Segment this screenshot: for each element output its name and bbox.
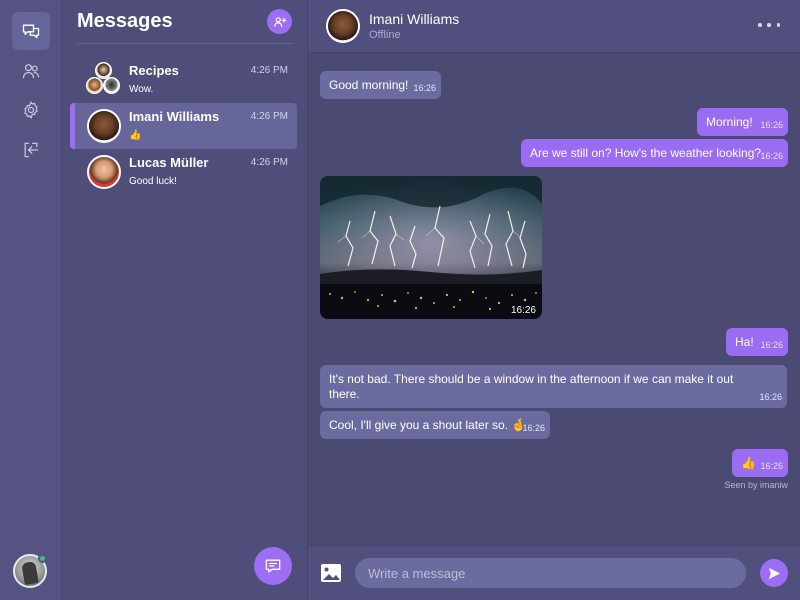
- message-text: It's not bad. There should be a window i…: [329, 372, 734, 401]
- conversation-time: 4:26 PM: [250, 111, 288, 122]
- message-bubble-incoming[interactable]: It's not bad. There should be a window i…: [320, 365, 787, 408]
- message-text: Cool, I'll give you a shout later so. 🤞: [329, 418, 527, 432]
- new-message-button[interactable]: [254, 547, 292, 585]
- conversation-item-imani-williams[interactable]: Imani Williams 4:26 PM 👍: [70, 103, 297, 149]
- message-text: 👍: [741, 456, 756, 470]
- group-member-avatar: [103, 77, 120, 94]
- conversation-preview: Good luck!: [129, 176, 177, 187]
- message-time: 16:26: [760, 151, 783, 161]
- attach-image-button[interactable]: [320, 563, 342, 583]
- list-divider: [77, 43, 292, 44]
- message-time: 16:26: [760, 461, 783, 471]
- list-title: Messages: [77, 10, 173, 32]
- contact-avatar: [87, 155, 121, 189]
- group-member-avatar: [86, 77, 103, 94]
- conversation-item-lucas-muller[interactable]: Lucas Müller 4:26 PM Good luck!: [70, 149, 297, 195]
- message-text: Ha!: [735, 335, 754, 349]
- message-text: Morning!: [706, 115, 753, 129]
- message-time: 16:26: [759, 392, 782, 402]
- message-bubble-incoming[interactable]: Good morning! 16:26: [320, 71, 441, 99]
- message-thread: Good morning! 16:26 Morning! 16:26 Are w…: [308, 53, 800, 545]
- add-user-icon: [273, 16, 286, 27]
- chat-header: Imani Williams Offline: [308, 0, 800, 53]
- message-time: 16:26: [413, 83, 436, 93]
- message-bubble-outgoing[interactable]: Are we still on? How's the weather looki…: [521, 139, 788, 167]
- users-icon: [22, 64, 40, 79]
- logout-nav-button[interactable]: [12, 131, 50, 169]
- message-time: 16:26: [760, 120, 783, 130]
- more-dots-icon: [758, 23, 762, 27]
- sign-out-icon: [24, 142, 39, 158]
- message-time: 16:26: [510, 305, 536, 316]
- conversation-time: 4:26 PM: [250, 65, 288, 76]
- chat-contact-name: Imani Williams: [369, 11, 460, 27]
- message-text: Are we still on? How's the weather looki…: [530, 146, 762, 160]
- conversation-name: Imani Williams: [129, 109, 220, 124]
- message-bubble-outgoing[interactable]: Morning! 16:26: [697, 108, 788, 136]
- chats-nav-button[interactable]: [12, 12, 50, 50]
- chat-contact-status: Offline: [369, 29, 401, 41]
- message-composer: [308, 545, 800, 600]
- gear-icon: [24, 101, 38, 119]
- chat-bubbles-icon: [22, 24, 40, 39]
- message-image[interactable]: 16:26: [320, 176, 542, 319]
- online-status-dot: [38, 554, 47, 563]
- conversation-name: Lucas Müller: [129, 155, 209, 170]
- conversation-preview: Wow.: [129, 84, 154, 95]
- chat-contact-avatar[interactable]: [326, 9, 360, 43]
- conversation-time: 4:26 PM: [250, 157, 288, 168]
- message-text: Good morning!: [329, 78, 409, 92]
- lightning-storm-over-city-photo: [320, 176, 542, 319]
- new-message-icon: [265, 559, 281, 573]
- send-icon: [768, 567, 780, 579]
- conversation-name: Recipes: [129, 63, 179, 78]
- contacts-nav-button[interactable]: [12, 52, 50, 90]
- send-button[interactable]: [760, 559, 788, 587]
- contact-avatar: [87, 109, 121, 143]
- conversation-list: Messages Recipes 4:26 PM Wow. Imani Will…: [62, 0, 308, 600]
- settings-nav-button[interactable]: [12, 91, 50, 129]
- seen-receipt: Seen by imaniw: [724, 480, 788, 490]
- message-time: 16:26: [760, 340, 783, 350]
- conversation-item-recipes[interactable]: Recipes 4:26 PM Wow.: [70, 57, 297, 103]
- conversation-preview: 👍: [129, 130, 142, 141]
- more-options-button[interactable]: [758, 17, 780, 33]
- message-input[interactable]: [355, 558, 746, 588]
- message-time: 16:26: [522, 423, 545, 433]
- message-bubble-outgoing[interactable]: Ha! 16:26: [726, 328, 788, 356]
- new-group-button[interactable]: [267, 9, 292, 34]
- image-icon: [321, 564, 341, 582]
- message-bubble-incoming[interactable]: Cool, I'll give you a shout later so. 🤞 …: [320, 411, 550, 439]
- icon-rail: [0, 0, 62, 600]
- message-bubble-outgoing[interactable]: 👍 16:26: [732, 449, 788, 477]
